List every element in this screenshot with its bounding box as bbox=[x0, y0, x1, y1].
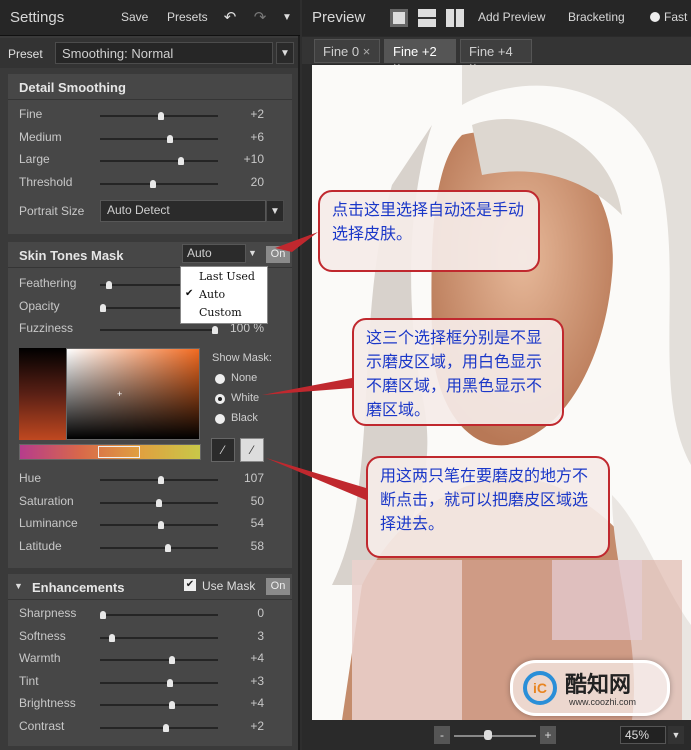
arrow-eyedropper bbox=[266, 458, 366, 500]
coozhi-logo-icon: iC bbox=[523, 671, 557, 705]
arrow-mask bbox=[262, 378, 352, 395]
callout-arrows bbox=[262, 232, 366, 500]
arrow-auto bbox=[275, 232, 318, 252]
watermark-logo: iC 酷知网 www.coozhi.com bbox=[510, 660, 670, 716]
watermark-url: www.coozhi.com bbox=[569, 697, 637, 707]
watermark-name: 酷知网 bbox=[565, 673, 632, 698]
